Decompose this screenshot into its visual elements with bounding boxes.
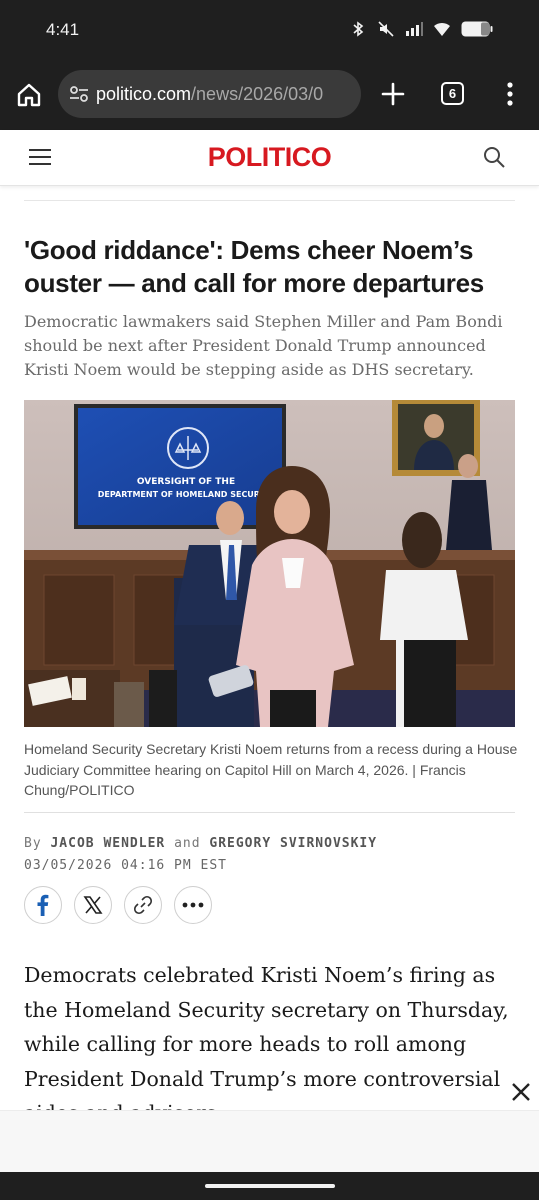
site-header: POLITICO <box>0 130 539 186</box>
author-link-1[interactable]: JACOB WENDLER <box>50 836 165 851</box>
signal-icon <box>406 22 423 36</box>
home-icon[interactable] <box>14 80 44 110</box>
browser-toolbar: politico.com/news/2026/03/0 6 <box>0 60 539 130</box>
more-icon <box>182 902 204 908</box>
url-text: politico.com/news/2026/03/0 <box>96 84 323 105</box>
battery-icon <box>461 21 493 37</box>
system-nav-bar <box>0 1172 539 1200</box>
status-icons <box>349 20 493 38</box>
status-time: 4:41 <box>46 20 80 39</box>
url-domain: politico.com <box>96 83 192 104</box>
more-share-button[interactable] <box>174 886 212 924</box>
lead-photo[interactable]: OVERSIGHT OF THE DEPARTMENT OF HOMELAND … <box>24 400 515 727</box>
byline: By JACOB WENDLER and GREGORY SVIRNOVSKIY <box>24 836 377 851</box>
facebook-share-button[interactable] <box>24 886 62 924</box>
divider <box>24 812 515 813</box>
article-body-paragraph: Democrats celebrated Kristi Noem’s firin… <box>24 963 509 1110</box>
photo-caption: Homeland Security Secretary Kristi Noem … <box>24 741 518 798</box>
tune-icon[interactable] <box>68 83 90 105</box>
close-icon[interactable] <box>509 1080 533 1104</box>
divider <box>24 200 515 201</box>
politico-logo[interactable]: POLITICO <box>0 142 539 173</box>
bluetooth-icon <box>353 21 364 37</box>
address-bar[interactable]: politico.com/news/2026/03/0 <box>58 70 361 118</box>
byline-prefix: By <box>24 836 42 851</box>
url-path: /news/2026/03/0 <box>191 83 324 104</box>
publish-date: 03/05/2026 04:16 PM EST <box>24 858 228 873</box>
article-headline: 'Good riddance': Dems cheer Noem’s ouste… <box>24 235 484 298</box>
plus-icon[interactable] <box>380 81 406 107</box>
wifi-icon <box>434 22 450 36</box>
mute-icon <box>378 21 394 37</box>
share-buttons <box>24 886 212 924</box>
article-dek: Democratic lawmakers said Stephen Miller… <box>24 312 503 379</box>
tab-count-button[interactable]: 6 <box>441 82 464 105</box>
x-icon <box>83 896 103 914</box>
search-icon[interactable] <box>482 145 506 169</box>
screen-text-line1: OVERSIGHT OF THE <box>137 477 235 487</box>
more-vert-icon[interactable] <box>500 80 520 108</box>
ad-banner[interactable] <box>0 1110 539 1172</box>
link-icon <box>133 895 153 915</box>
lead-photo-illustration: OVERSIGHT OF THE DEPARTMENT OF HOMELAND … <box>24 400 515 727</box>
screen-text-line2: DEPARTMENT OF HOMELAND SECURITY <box>98 490 275 499</box>
home-gesture-bar[interactable] <box>205 1184 335 1188</box>
status-bar: 4:41 <box>0 0 539 60</box>
facebook-icon <box>37 894 49 916</box>
byline-and: and <box>174 836 201 851</box>
copy-link-button[interactable] <box>124 886 162 924</box>
x-share-button[interactable] <box>74 886 112 924</box>
author-link-2[interactable]: GREGORY SVIRNOVSKIY <box>209 836 377 851</box>
